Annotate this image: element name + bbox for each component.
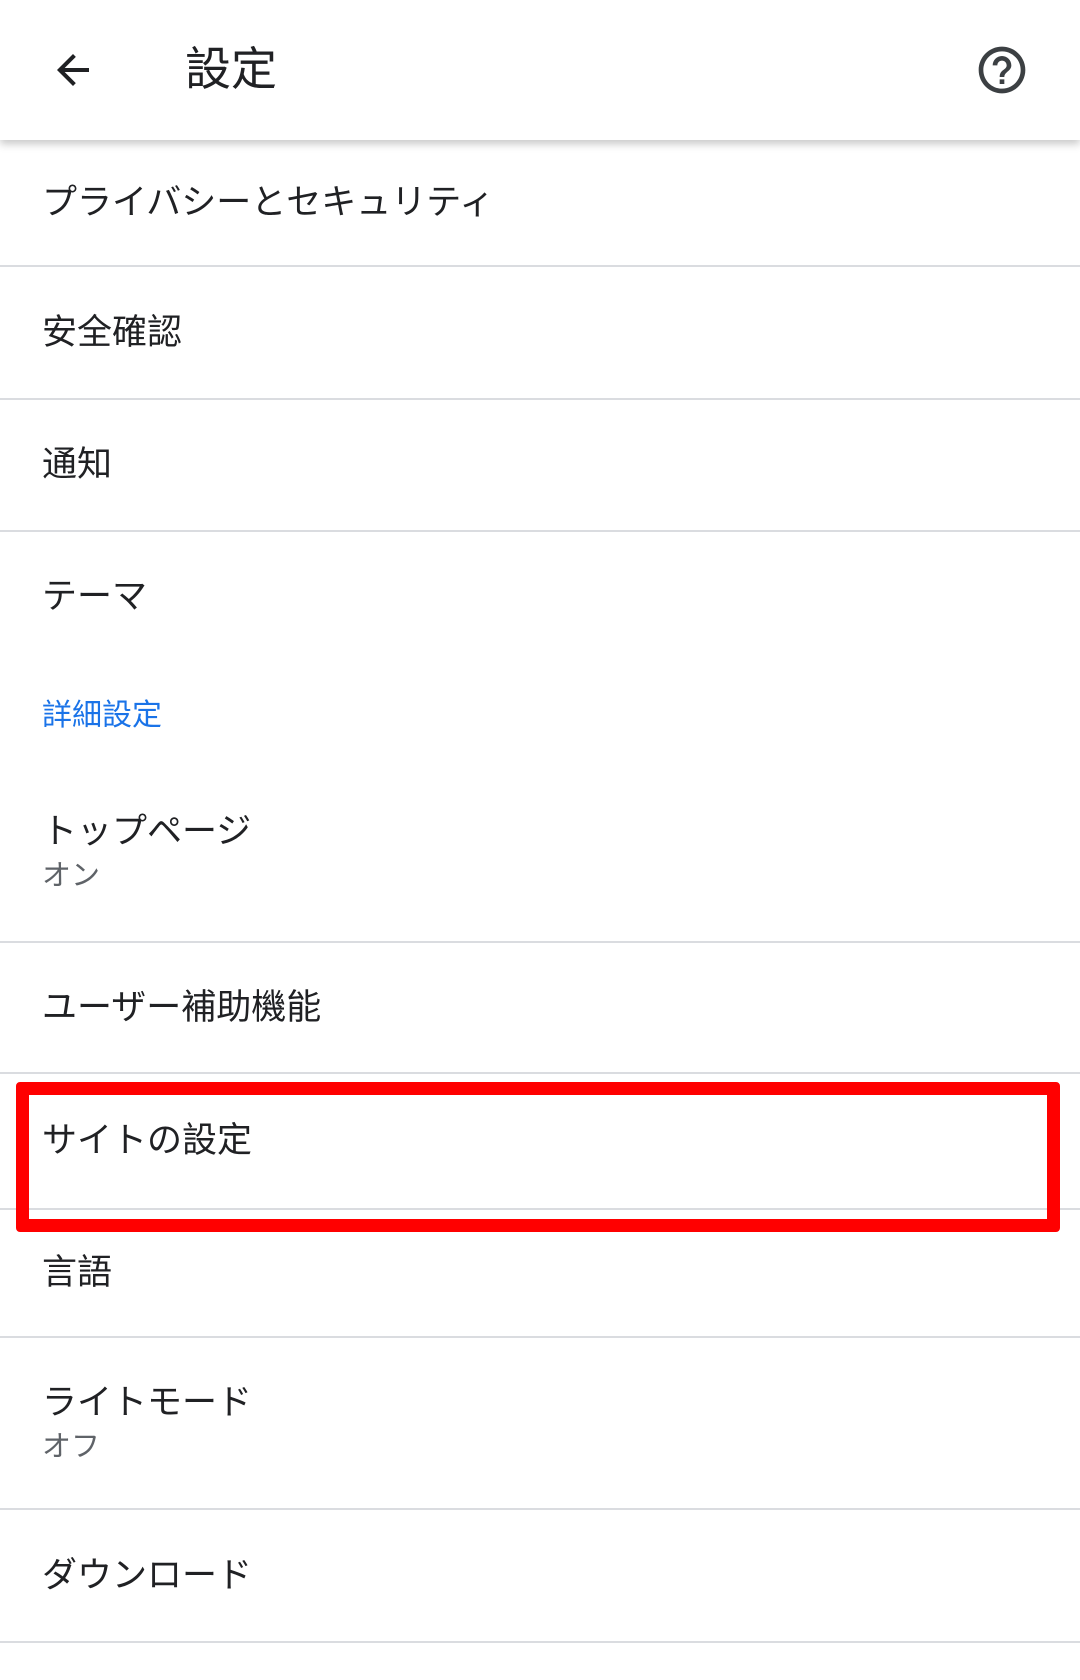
item-title: プライバシーとセキュリティ: [42, 182, 495, 223]
highlight-annotation-box: [16, 1082, 1060, 1232]
item-subtitle: オン: [42, 857, 101, 892]
settings-item-lite-mode[interactable]: ライトモード オフ: [0, 1338, 1080, 1510]
section-header-advanced: 詳細設定: [0, 662, 1080, 762]
settings-item-downloads[interactable]: ダウンロード: [0, 1510, 1080, 1643]
settings-item-privacy-security[interactable]: プライバシーとセキュリティ: [0, 140, 1080, 267]
item-title: トップページ: [42, 811, 252, 852]
settings-list: プライバシーとセキュリティ 安全確認 通知 テーマ 詳細設定 トップページ オン…: [0, 140, 1080, 1643]
item-title: ユーザー補助機能: [42, 987, 322, 1028]
item-title: ライトモード: [42, 1383, 253, 1423]
settings-item-homepage[interactable]: トップページ オン: [0, 762, 1080, 943]
settings-item-notifications[interactable]: 通知: [0, 400, 1080, 532]
section-header-label: 詳細設定: [42, 698, 162, 733]
arrow-left-icon: [57, 54, 89, 86]
item-title: ダウンロード: [42, 1555, 253, 1596]
back-button[interactable]: [38, 30, 108, 110]
item-title: テーマ: [42, 577, 148, 617]
help-button[interactable]: [962, 30, 1042, 110]
settings-item-safety-check[interactable]: 安全確認: [0, 267, 1080, 400]
item-title: 通知: [42, 445, 113, 485]
settings-screen: 設定 プライバシーとセキュリティ 安全確認 通知 テーマ 詳細設定 トップページ…: [0, 0, 1080, 1680]
item-subtitle: オフ: [42, 1429, 101, 1463]
item-title: 安全確認: [42, 312, 183, 353]
item-title: 言語: [42, 1253, 113, 1293]
settings-item-accessibility[interactable]: ユーザー補助機能: [0, 943, 1080, 1074]
app-toolbar: 設定: [0, 0, 1080, 140]
help-circle-icon: [978, 46, 1026, 94]
settings-item-theme[interactable]: テーマ: [0, 532, 1080, 662]
page-title: 設定: [185, 42, 277, 96]
